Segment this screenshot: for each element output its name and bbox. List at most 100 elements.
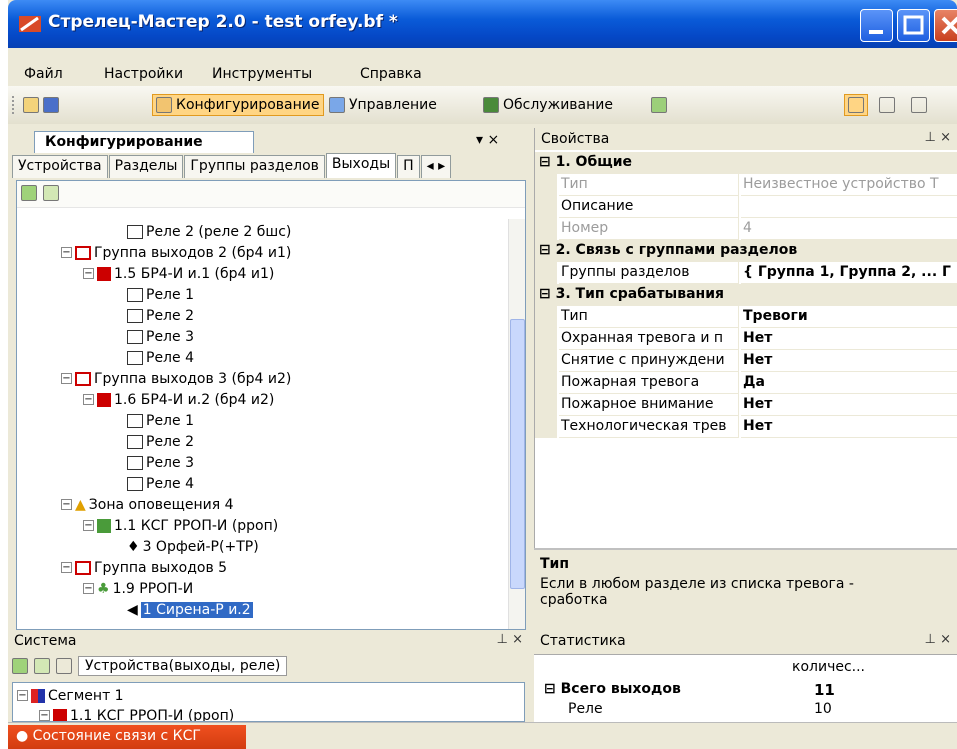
property-value[interactable]: Нет (741, 416, 957, 438)
tree-node[interactable]: ♦ 3 Орфей-Р(+ТР) (127, 536, 259, 557)
menu-help[interactable]: Справка (360, 66, 422, 82)
pin-icon[interactable]: ⊥ × (925, 632, 951, 647)
category-general[interactable]: ⊟ 1. Общие (535, 152, 957, 174)
remove-output-icon[interactable] (43, 185, 59, 201)
connection-status[interactable]: ● Состояние связи с КСГ (8, 725, 246, 749)
property-name: Пожарная тревога (559, 372, 739, 394)
property-value: Неизвестное устройство Т (741, 174, 957, 196)
property-row[interactable]: Охранная тревога и п Нет (535, 328, 957, 350)
property-value[interactable]: { Группа 1, Группа 2, ... Г (741, 262, 957, 284)
collapse-icon[interactable]: − (83, 583, 94, 594)
service-button[interactable]: Обслуживание (480, 94, 616, 116)
property-value[interactable]: Нет (741, 350, 957, 372)
add-icon[interactable] (12, 658, 28, 674)
dock-close-button[interactable]: ▾ × (476, 132, 499, 148)
menu-tools[interactable]: Инструменты (212, 66, 312, 82)
column-header-count[interactable]: количес... (792, 659, 865, 675)
tree-node[interactable]: − 1.5 БР4-И и.1 (бр4 и1) (83, 263, 274, 284)
tab-configuration[interactable]: Конфигурирование (34, 131, 254, 153)
collapse-icon[interactable]: − (61, 247, 72, 258)
tree-node[interactable]: Реле 2 (реле 2 бшс) (127, 221, 291, 242)
collapse-icon[interactable]: − (83, 394, 94, 405)
pin-icon[interactable]: ⊥ × (925, 130, 951, 145)
menu-bar: Файл Настройки Инструменты Справка (8, 48, 957, 86)
tree-node[interactable]: Реле 2 (127, 431, 194, 452)
tree-node[interactable]: Реле 3 (127, 452, 194, 473)
device-icon (97, 392, 111, 407)
property-value[interactable]: Нет (741, 328, 957, 350)
maximize-button[interactable] (897, 9, 930, 42)
close-button[interactable] (934, 9, 957, 42)
tree-node[interactable]: − 1.6 БР4-И и.2 (бр4 и2) (83, 389, 274, 410)
tab-devices[interactable]: Устройства (12, 155, 108, 178)
tree-node[interactable]: Реле 4 (127, 347, 194, 368)
property-row[interactable]: Пожарное внимание Нет (535, 394, 957, 416)
property-value[interactable]: Нет (741, 394, 957, 416)
manage-button[interactable]: Управление (326, 94, 440, 116)
property-row[interactable]: Технологическая трев Нет (535, 416, 957, 438)
toolbar-grip[interactable] (12, 96, 15, 114)
export-button[interactable] (648, 94, 670, 116)
system-tree[interactable]: − Сегмент 1 − 1.1 КСГ РРОП-И (рроп) (12, 682, 525, 722)
layout-button[interactable] (844, 94, 868, 116)
property-row[interactable]: Группы разделов{ Группа 1, Группа 2, ...… (535, 262, 957, 284)
open-button[interactable] (20, 94, 62, 116)
property-row[interactable]: Снятие с принуждени Нет (535, 350, 957, 372)
tree-node[interactable]: − ♣ 1.9 РРОП-И (83, 578, 193, 599)
property-value: 4 (741, 218, 957, 240)
property-row[interactable]: Тип Тревоги (535, 306, 957, 328)
property-row[interactable]: Номер 4 (535, 218, 957, 240)
outputs-tree[interactable]: Реле 2 (реле 2 бшс) − Группа выходов 2 (б… (16, 180, 526, 630)
minimize-icon (869, 30, 883, 34)
category-links[interactable]: ⊟ 2. Связь с группами разделов (535, 240, 957, 262)
property-row[interactable]: Пожарная тревога Да (535, 372, 957, 394)
tree-node[interactable]: − Группа выходов 2 (бр4 и1) (61, 242, 291, 263)
menu-file[interactable]: Файл (24, 66, 63, 82)
collapse-icon[interactable]: − (83, 268, 94, 279)
system-filter-button[interactable]: Устройства(выходы, реле) (78, 656, 288, 676)
property-row[interactable]: Тип Неизвестное устройство Т (535, 174, 957, 196)
tab-section-groups[interactable]: Группы разделов (184, 155, 325, 178)
add-output-icon[interactable] (21, 185, 37, 201)
category-trigger-type[interactable]: ⊟ 3. Тип срабатывания (535, 284, 957, 306)
property-value[interactable]: Да (741, 372, 957, 394)
collapse-icon[interactable]: − (61, 499, 72, 510)
remove-icon[interactable] (34, 658, 50, 674)
link-icon[interactable] (56, 658, 72, 674)
tree-node-label: Группа выходов 5 (94, 559, 228, 576)
title-bar[interactable]: Стрелец-Мастер 2.0 - test orfey.bf * (8, 0, 957, 48)
tree-node[interactable]: Реле 3 (127, 326, 194, 347)
tree-node[interactable]: Реле 1 (127, 284, 194, 305)
tab-sections[interactable]: Разделы (108, 155, 184, 178)
pin-icon[interactable]: ⊥ × (497, 632, 523, 647)
scrollbar-thumb[interactable] (510, 319, 525, 589)
tree-node[interactable]: − 1.1 КСГ РРОП-И (рроп) (39, 705, 234, 721)
property-row[interactable]: Описание (535, 196, 957, 218)
tree-node[interactable]: − ▲ Зона оповещения 4 (61, 494, 233, 515)
collapse-icon[interactable]: − (61, 562, 72, 573)
tab-outputs[interactable]: Выходы (325, 153, 397, 178)
collapse-icon[interactable]: − (39, 710, 50, 721)
menu-settings[interactable]: Настройки (104, 66, 183, 82)
collapse-icon[interactable]: − (61, 373, 72, 384)
statistics-title: Статистика (540, 633, 626, 649)
minimize-button[interactable] (860, 9, 893, 42)
tab-scroll-arrows[interactable]: ◂ ▸ (420, 155, 452, 178)
collapse-icon[interactable]: − (17, 690, 28, 701)
tab-more[interactable]: П (397, 155, 420, 178)
tree-node[interactable]: Реле 1 (127, 410, 194, 431)
tree-scrollbar[interactable] (508, 219, 525, 629)
collapse-icon[interactable]: − (83, 520, 94, 531)
property-value[interactable]: Тревоги (741, 306, 957, 328)
tree-node[interactable]: Реле 4 (127, 473, 194, 494)
tree-node-selected[interactable]: ◀ 1 Сирена-Р и.2 (127, 599, 253, 620)
tree-node[interactable]: − Группа выходов 5 (61, 557, 227, 578)
configure-button[interactable]: Конфигурирование (152, 94, 324, 116)
panel-button[interactable] (876, 94, 898, 116)
property-value[interactable] (741, 196, 957, 218)
tree-node[interactable]: − 1.1 КСГ РРОП-И (рроп) (83, 515, 278, 536)
tree-node[interactable]: − Группа выходов 3 (бр4 и2) (61, 368, 291, 389)
tree-node[interactable]: Реле 2 (127, 305, 194, 326)
tree-node[interactable]: − Сегмент 1 (17, 685, 124, 706)
sound-button[interactable] (908, 94, 930, 116)
